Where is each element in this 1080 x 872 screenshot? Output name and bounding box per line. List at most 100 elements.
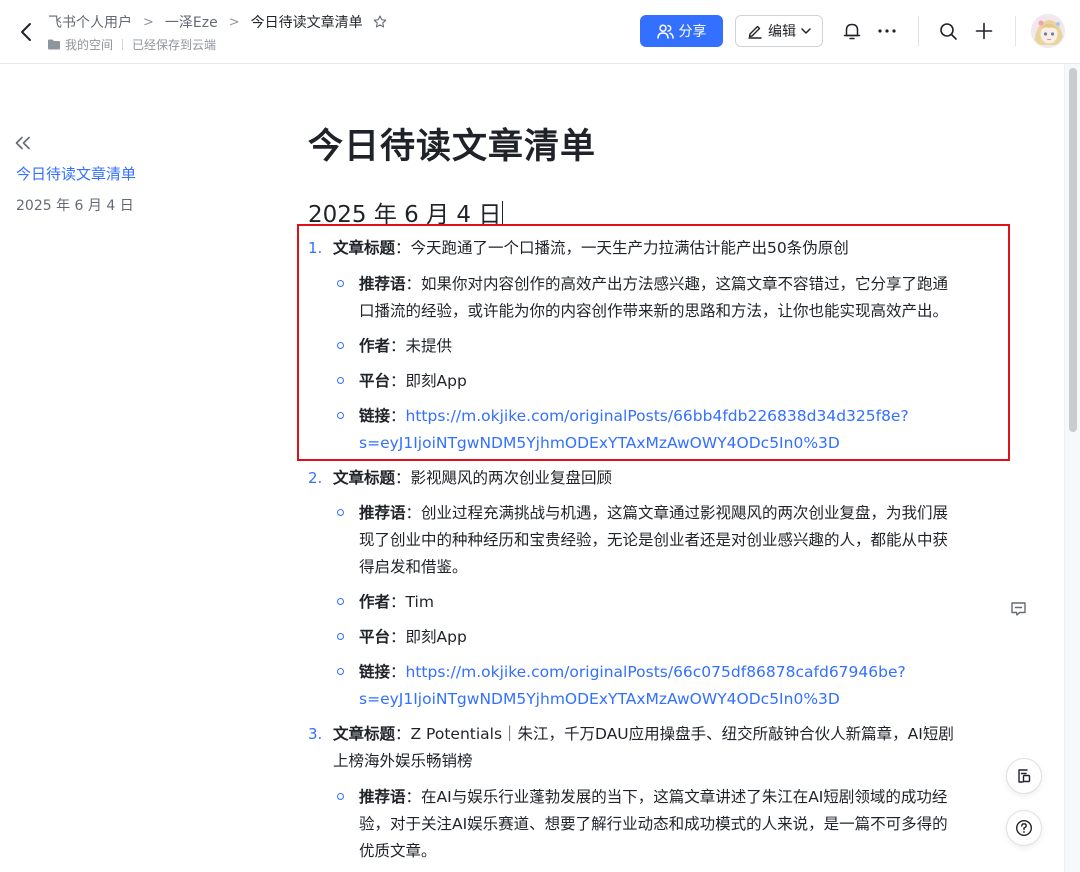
comments-panel-button[interactable] (1006, 758, 1042, 794)
doc-meta: 我的空间 已经保存到云端 (48, 36, 216, 52)
recommend-line-continued[interactable]: 现了创业中的种种经历和宝贵经验，无论是创业者还是对创业感兴趣的人，都能从中获 (359, 526, 948, 554)
share-button-label: 分享 (678, 24, 707, 40)
recommend-line-continued[interactable]: 得启发和借鉴。 (359, 553, 468, 581)
notification-button[interactable] (839, 18, 865, 44)
chevron-right-icon: > (143, 14, 154, 30)
create-button[interactable] (971, 18, 997, 44)
breadcrumb-item-workspace[interactable]: 飞书个人用户 (48, 12, 132, 32)
article-link[interactable]: https://m.okjike.com/originalPosts/66c07… (406, 663, 906, 681)
label-author: 作者 (359, 593, 391, 611)
article-title-text: ：Z Potentials｜朱江，千万DAU应用操盘手、纽交所敲钟合伙人新篇章，… (395, 725, 954, 743)
document-comment-icon (1018, 769, 1031, 783)
add-comment-button[interactable] (1007, 598, 1029, 620)
label-platform: 平台 (359, 628, 391, 646)
recommend-line[interactable]: 推荐语：如果你对内容创作的高效产出方法感兴趣，这篇文章不容错过，它分享了跑通 (359, 270, 948, 298)
article-title-line-continued[interactable]: 上榜海外娱乐畅销榜 (333, 747, 473, 775)
author-text: ：Tim (390, 593, 434, 611)
article-title-text: ：影视飓风的两次创业复盘回顾 (395, 469, 613, 487)
link-line: 链接：https://m.okjike.com/originalPosts/66… (359, 407, 909, 425)
users-icon (656, 23, 674, 39)
help-button[interactable] (1006, 810, 1042, 846)
recommend-line-continued[interactable]: 优质文章。 (359, 837, 437, 865)
bell-icon (843, 23, 861, 39)
text-cursor (502, 201, 504, 225)
edit-button-label: 编辑 (768, 24, 796, 40)
article-title-line[interactable]: 文章标题：Z Potentials｜朱江，千万DAU应用操盘手、纽交所敲钟合伙人… (333, 720, 954, 748)
label-platform: 平台 (359, 372, 391, 390)
chevron-left-icon (21, 23, 31, 41)
divider (918, 16, 919, 46)
platform-text: ：即刻App (390, 372, 467, 390)
label-title: 文章标题 (333, 469, 396, 487)
share-button[interactable]: 分享 (640, 15, 723, 47)
platform-line[interactable]: 平台：即刻App (359, 367, 467, 395)
recommend-line[interactable]: 推荐语：在AI与娱乐行业蓬勃发展的当下，这篇文章讲述了朱江在AI短剧领域的成功经 (359, 783, 947, 811)
double-chevron-left-icon (15, 136, 30, 150)
article-title-line[interactable]: 文章标题：今天跑通了一个口播流，一天生产力拉满估计能产出50条伪原创 (333, 234, 849, 262)
outline-item-date[interactable]: 2025 年 6 月 4 日 (16, 195, 134, 215)
star-icon[interactable] (372, 14, 388, 30)
article-link-continued[interactable]: s=eyJ1IjoiNTgwNDM5YjhmODExYTAxMzAwOWY4OD… (359, 429, 840, 457)
top-bar: 飞书个人用户 > 一泽Eze > 今日待读文章清单 我的空间 已经保存到云端 分… (0, 0, 1080, 64)
label-link: 链接 (359, 663, 391, 681)
author-line[interactable]: 作者：未提供 (359, 332, 452, 360)
platform-line[interactable]: 平台：即刻App (359, 623, 467, 651)
label-recommend: 推荐语 (359, 504, 406, 522)
recommend-line-continued[interactable]: 口播流的经验，或许能为你的内容创作带来新的思路和方法，让你也能实现高效产出。 (359, 297, 948, 325)
outline-item-title[interactable]: 今日待读文章清单 (16, 163, 136, 184)
breadcrumb-item-folder[interactable]: 一泽Eze (165, 12, 218, 32)
recommend-line[interactable]: 推荐语：创业过程充满挑战与机遇，这篇文章通过影视飓风的两次创业复盘，为我们展 (359, 499, 948, 527)
bullet-icon (337, 377, 344, 384)
recommend-line-continued[interactable]: 验，对于关注AI娱乐赛道、想要了解行业动态和成功模式的人来说，是一篇不可多得的 (359, 810, 948, 838)
date-heading-text: 2025 年 6 月 4 日 (308, 202, 502, 228)
comment-icon (1010, 602, 1026, 616)
article-link-continued[interactable]: s=eyJ1IjoiNTgwNDM5YjhmODExYTAxMzAwOWY4OD… (359, 685, 840, 713)
recommend-text: ：如果你对内容创作的高效产出方法感兴趣，这篇文章不容错过，它分享了跑通 (405, 275, 949, 293)
label-title: 文章标题 (333, 239, 396, 257)
more-horizontal-icon (878, 29, 896, 33)
label-recommend: 推荐语 (359, 275, 406, 293)
bullet-icon (337, 412, 344, 419)
recommend-text: ：在AI与娱乐行业蓬勃发展的当下，这篇文章讲述了朱江在AI短剧领域的成功经 (405, 788, 948, 806)
recommend-text: ：创业过程充满挑战与机遇，这篇文章通过影视飓风的两次创业复盘，为我们展 (405, 504, 949, 522)
platform-text: ：即刻App (390, 628, 467, 646)
divider (1015, 16, 1016, 46)
save-status: 已经保存到云端 (132, 37, 217, 52)
scrollbar-thumb[interactable] (1069, 68, 1077, 432)
edit-mode-button[interactable]: 编辑 (735, 15, 823, 47)
list-number: 2. (308, 469, 323, 487)
search-icon (939, 22, 957, 40)
list-number: 3. (308, 725, 323, 743)
bullet-icon (337, 793, 344, 800)
article-title-line[interactable]: 文章标题：影视飓风的两次创业复盘回顾 (333, 464, 612, 492)
breadcrumb: 飞书个人用户 > 一泽Eze > 今日待读文章清单 (48, 11, 388, 33)
label-title: 文章标题 (333, 725, 396, 743)
date-heading[interactable]: 2025 年 6 月 4 日 (308, 195, 504, 229)
label-author: 作者 (359, 337, 391, 355)
help-icon (1015, 819, 1033, 837)
list-number: 1. (308, 239, 323, 257)
breadcrumb-item-current[interactable]: 今日待读文章清单 (251, 12, 363, 32)
divider (122, 38, 124, 50)
label-recommend: 推荐语 (359, 788, 406, 806)
plus-icon (975, 22, 993, 40)
space-link[interactable]: 我的空间 (65, 36, 113, 53)
chevron-right-icon: > (228, 14, 240, 30)
user-avatar-icon (1032, 15, 1064, 47)
link-line: 链接：https://m.okjike.com/originalPosts/66… (359, 663, 906, 681)
author-text: ：未提供 (390, 337, 453, 355)
chevron-down-icon (801, 28, 811, 34)
page-title[interactable]: 今日待读文章清单 (308, 118, 596, 169)
bullet-icon (337, 668, 344, 675)
article-link[interactable]: https://m.okjike.com/originalPosts/66bb4… (406, 407, 909, 425)
search-button[interactable] (935, 18, 961, 44)
bullet-icon (337, 509, 344, 516)
article-title-text: ：今天跑通了一个口播流，一天生产力拉满估计能产出50条伪原创 (395, 239, 849, 257)
bullet-icon (337, 342, 344, 349)
back-button[interactable] (14, 18, 38, 46)
more-options-button[interactable] (874, 18, 900, 44)
bullet-icon (337, 280, 344, 287)
avatar[interactable] (1031, 14, 1065, 48)
author-line[interactable]: 作者：Tim (359, 588, 434, 616)
collapse-outline-button[interactable] (12, 132, 34, 154)
